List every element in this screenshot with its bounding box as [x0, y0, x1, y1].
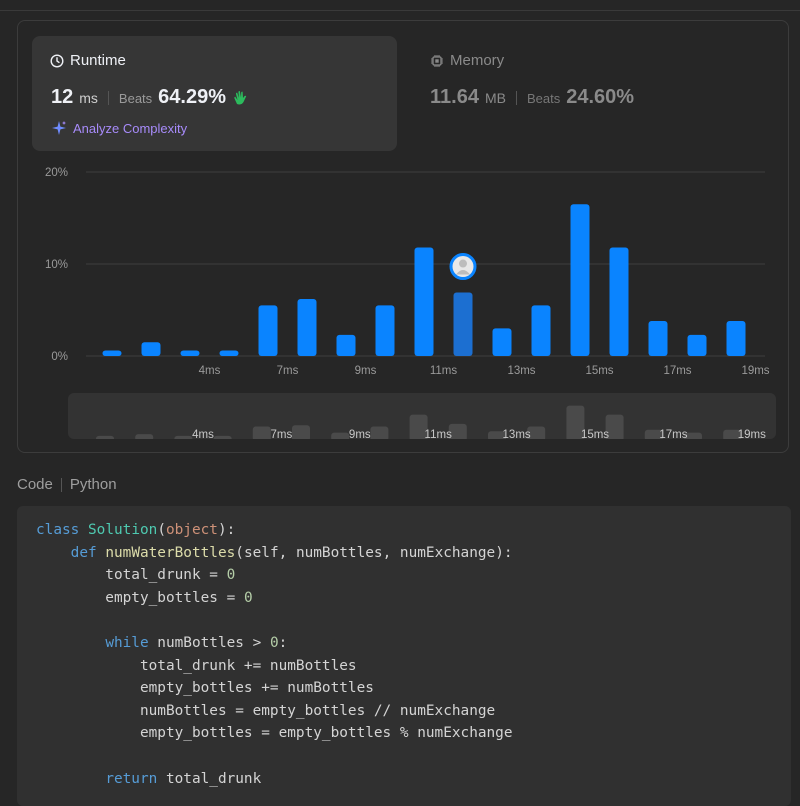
mini-x-tick-label: 17ms	[659, 429, 687, 439]
mini-bar	[370, 426, 389, 439]
mini-bar	[135, 434, 154, 439]
x-tick-label: 17ms	[663, 365, 691, 377]
range-slider-preview: 4ms 7ms 9ms 11ms 13ms 15ms 17ms 19ms	[96, 405, 766, 439]
x-tick-label: 4ms	[199, 365, 221, 377]
runtime-bar	[570, 204, 590, 356]
runtime-unit: ms	[79, 90, 98, 106]
code-label: Code	[17, 476, 53, 493]
mini-x-tick-label: 4ms	[192, 429, 214, 439]
memory-value: 11.64	[430, 86, 479, 108]
runtime-bar	[102, 350, 122, 356]
mini-x-tick-label: 13ms	[503, 429, 531, 439]
runtime-bar	[453, 292, 473, 356]
x-tick-label: 13ms	[507, 365, 535, 377]
mini-bar	[252, 426, 271, 439]
clock-icon	[50, 53, 64, 68]
chip-icon	[431, 54, 443, 67]
x-tick-label: 19ms	[741, 365, 769, 377]
runtime-bar	[492, 328, 512, 356]
runtime-bar	[648, 321, 668, 356]
memory-unit: MB	[484, 90, 506, 106]
memory-beats-label: Beats	[526, 91, 561, 106]
sparkle-icon	[52, 121, 66, 135]
mini-x-tick-label: 9ms	[349, 429, 371, 439]
runtime-value: 12	[51, 86, 74, 108]
runtime-bar	[180, 350, 200, 356]
memory-stats: 11.64 MB Beats 24.60%	[430, 86, 634, 109]
runtime-bar	[375, 305, 395, 356]
mini-x-tick-label: 11ms	[425, 429, 453, 439]
runtime-bar	[141, 342, 161, 356]
mini-x-tick-label: 15ms	[581, 429, 609, 439]
code-content: class Solution(object): def numWaterBott…	[36, 522, 513, 787]
runtime-bar	[258, 305, 278, 356]
mini-x-tick-label: 19ms	[738, 429, 766, 439]
x-tick-label: 11ms	[430, 365, 458, 377]
runtime-beats-value: 64.29%	[158, 86, 227, 108]
avatar-head	[459, 259, 467, 268]
divider	[107, 90, 109, 105]
divider	[515, 90, 517, 105]
runtime-bar	[297, 298, 317, 356]
chart-range-slider[interactable]: 4ms 7ms 9ms 11ms 13ms 15ms 17ms 19ms	[68, 393, 776, 439]
runtime-bar	[687, 334, 707, 356]
code-language: Python	[69, 476, 117, 493]
runtime-bar	[336, 334, 356, 356]
y-tick-label: 10%	[45, 259, 68, 271]
y-tick-label: 0%	[51, 351, 68, 363]
memory-beats-value: 24.60%	[566, 86, 635, 108]
mini-bar	[213, 435, 232, 439]
runtime-bar	[531, 305, 551, 356]
mini-bar	[292, 425, 310, 439]
x-tick-label: 9ms	[355, 365, 377, 377]
runtime-bar	[726, 321, 746, 356]
mini-bar	[96, 435, 114, 439]
runtime-distribution-chart: 20% 10% 0% 4ms 7ms 9ms 11ms 13ms 15ms 17ms 19ms	[45, 167, 770, 377]
runtime-bar	[219, 350, 239, 356]
memory-tab[interactable]: Memory	[430, 52, 504, 69]
mini-bar	[174, 435, 193, 439]
runtime-stats: 12 ms Beats 64.29%	[51, 86, 250, 109]
runtime-bar	[414, 247, 434, 356]
divider	[60, 477, 62, 492]
top-divider	[0, 0, 800, 11]
mini-bar	[331, 432, 350, 439]
clap-hands-icon	[234, 90, 247, 104]
mini-x-tick-label: 7ms	[271, 429, 293, 439]
runtime-beats-label: Beats	[118, 91, 153, 106]
analyze-complexity-button[interactable]: Analyze Complexity	[51, 120, 187, 136]
x-tick-label: 15ms	[585, 365, 613, 377]
y-tick-label: 20%	[45, 167, 68, 179]
code-header: Code Python	[17, 476, 117, 493]
runtime-bar	[609, 247, 629, 356]
runtime-title: Runtime	[50, 52, 126, 69]
x-tick-label: 7ms	[277, 365, 299, 377]
